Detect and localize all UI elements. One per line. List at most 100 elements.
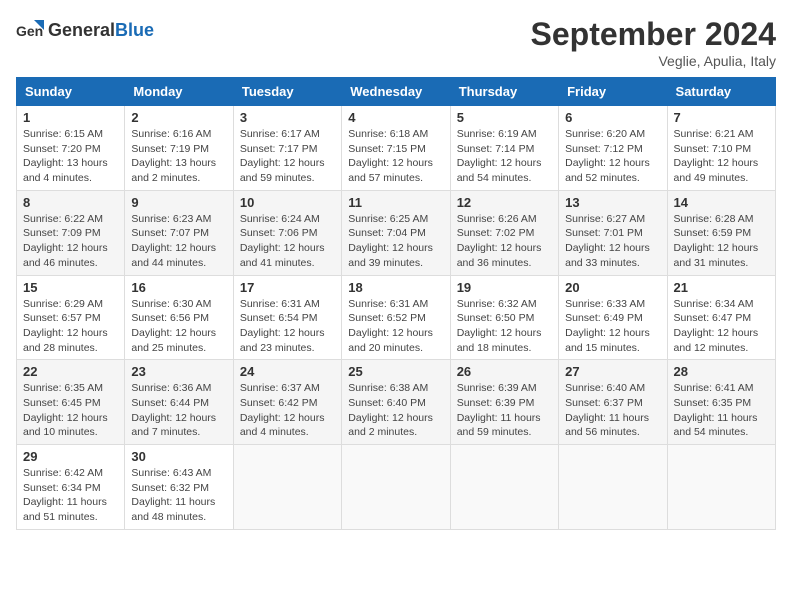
weekday-header-wednesday: Wednesday — [342, 78, 450, 106]
day-info: Sunrise: 6:23 AM Sunset: 7:07 PM Dayligh… — [131, 212, 226, 271]
calendar-cell: 15Sunrise: 6:29 AM Sunset: 6:57 PM Dayli… — [17, 275, 125, 360]
logo-blue: Blue — [115, 20, 154, 40]
day-info: Sunrise: 6:15 AM Sunset: 7:20 PM Dayligh… — [23, 127, 118, 186]
calendar-cell: 17 Sunrise: 6:31 AM Sunset: 6:54 PM Dayli… — [233, 275, 341, 360]
day-number: 17 — [240, 280, 335, 295]
day-info: Sunrise: 6:41 AM Sunset: 6:35 PM Dayligh… — [674, 381, 769, 440]
calendar-cell — [667, 445, 775, 530]
day-number: 13 — [565, 195, 660, 210]
logo-general: General — [48, 20, 115, 40]
title-section: September 2024 Veglie, Apulia, Italy — [531, 16, 776, 69]
calendar-cell: 12 Sunrise: 6:26 AM Sunset: 7:02 PM Dayli… — [450, 190, 558, 275]
day-info: Sunrise: 6:31 AM Sunset: 6:54 PM Dayligh… — [240, 297, 335, 356]
day-number: 18 — [348, 280, 443, 295]
calendar-cell: 4 Sunrise: 6:18 AM Sunset: 7:15 PM Daylig… — [342, 106, 450, 191]
day-info: Sunrise: 6:24 AM Sunset: 7:06 PM Dayligh… — [240, 212, 335, 271]
calendar-cell: 9 Sunrise: 6:23 AM Sunset: 7:07 PM Daylig… — [125, 190, 233, 275]
day-number: 22 — [23, 364, 118, 379]
day-info: Sunrise: 6:20 AM Sunset: 7:12 PM Dayligh… — [565, 127, 660, 186]
day-number: 7 — [674, 110, 769, 125]
day-info: Sunrise: 6:35 AM Sunset: 6:45 PM Dayligh… — [23, 381, 118, 440]
calendar-cell — [233, 445, 341, 530]
day-info: Sunrise: 6:22 AM Sunset: 7:09 PM Dayligh… — [23, 212, 118, 271]
logo: Gen GeneralBlue — [16, 16, 154, 44]
calendar-cell: 13 Sunrise: 6:27 AM Sunset: 7:01 PM Dayli… — [559, 190, 667, 275]
calendar-cell — [450, 445, 558, 530]
weekday-header-sunday: Sunday — [17, 78, 125, 106]
day-info: Sunrise: 6:25 AM Sunset: 7:04 PM Dayligh… — [348, 212, 443, 271]
day-number: 4 — [348, 110, 443, 125]
day-info: Sunrise: 6:26 AM Sunset: 7:02 PM Dayligh… — [457, 212, 552, 271]
day-number: 16 — [131, 280, 226, 295]
calendar-cell: 21 Sunrise: 6:34 AM Sunset: 6:47 PM Dayli… — [667, 275, 775, 360]
day-info: Sunrise: 6:16 AM Sunset: 7:19 PM Dayligh… — [131, 127, 226, 186]
week-row-4: 22 Sunrise: 6:35 AM Sunset: 6:45 PM Dayli… — [17, 360, 776, 445]
calendar-cell: 24Sunrise: 6:37 AM Sunset: 6:42 PM Dayli… — [233, 360, 341, 445]
calendar-cell: 25Sunrise: 6:38 AM Sunset: 6:40 PM Dayli… — [342, 360, 450, 445]
day-number: 12 — [457, 195, 552, 210]
day-info: Sunrise: 6:27 AM Sunset: 7:01 PM Dayligh… — [565, 212, 660, 271]
calendar-cell: 29 Sunrise: 6:42 AM Sunset: 6:34 PM Dayli… — [17, 445, 125, 530]
calendar-cell: 22 Sunrise: 6:35 AM Sunset: 6:45 PM Dayli… — [17, 360, 125, 445]
calendar-cell — [559, 445, 667, 530]
calendar-cell — [342, 445, 450, 530]
weekday-header-friday: Friday — [559, 78, 667, 106]
calendar-table: SundayMondayTuesdayWednesdayThursdayFrid… — [16, 77, 776, 530]
day-info: Sunrise: 6:17 AM Sunset: 7:17 PM Dayligh… — [240, 127, 335, 186]
weekday-header-row: SundayMondayTuesdayWednesdayThursdayFrid… — [17, 78, 776, 106]
calendar-cell: 20Sunrise: 6:33 AM Sunset: 6:49 PM Dayli… — [559, 275, 667, 360]
calendar-cell: 3 Sunrise: 6:17 AM Sunset: 7:17 PM Daylig… — [233, 106, 341, 191]
calendar-cell: 19 Sunrise: 6:32 AM Sunset: 6:50 PM Dayli… — [450, 275, 558, 360]
day-number: 27 — [565, 364, 660, 379]
calendar-cell: 30Sunrise: 6:43 AM Sunset: 6:32 PM Dayli… — [125, 445, 233, 530]
weekday-header-thursday: Thursday — [450, 78, 558, 106]
calendar-cell: 26 Sunrise: 6:39 AM Sunset: 6:39 PM Dayli… — [450, 360, 558, 445]
day-number: 19 — [457, 280, 552, 295]
day-number: 15 — [23, 280, 118, 295]
day-number: 6 — [565, 110, 660, 125]
week-row-5: 29 Sunrise: 6:42 AM Sunset: 6:34 PM Dayli… — [17, 445, 776, 530]
calendar-cell: 28 Sunrise: 6:41 AM Sunset: 6:35 PM Dayli… — [667, 360, 775, 445]
calendar-cell: 7Sunrise: 6:21 AM Sunset: 7:10 PM Daylig… — [667, 106, 775, 191]
day-info: Sunrise: 6:40 AM Sunset: 6:37 PM Dayligh… — [565, 381, 660, 440]
day-number: 26 — [457, 364, 552, 379]
calendar-cell: 2 Sunrise: 6:16 AM Sunset: 7:19 PM Daylig… — [125, 106, 233, 191]
day-info: Sunrise: 6:31 AM Sunset: 6:52 PM Dayligh… — [348, 297, 443, 356]
day-number: 10 — [240, 195, 335, 210]
week-row-2: 8 Sunrise: 6:22 AM Sunset: 7:09 PM Daylig… — [17, 190, 776, 275]
day-number: 5 — [457, 110, 552, 125]
calendar-cell: 6 Sunrise: 6:20 AM Sunset: 7:12 PM Daylig… — [559, 106, 667, 191]
day-info: Sunrise: 6:34 AM Sunset: 6:47 PM Dayligh… — [674, 297, 769, 356]
day-info: Sunrise: 6:32 AM Sunset: 6:50 PM Dayligh… — [457, 297, 552, 356]
day-info: Sunrise: 6:19 AM Sunset: 7:14 PM Dayligh… — [457, 127, 552, 186]
logo-icon: Gen — [16, 16, 44, 44]
day-number: 11 — [348, 195, 443, 210]
weekday-header-monday: Monday — [125, 78, 233, 106]
day-number: 3 — [240, 110, 335, 125]
day-number: 21 — [674, 280, 769, 295]
week-row-3: 15Sunrise: 6:29 AM Sunset: 6:57 PM Dayli… — [17, 275, 776, 360]
day-number: 28 — [674, 364, 769, 379]
calendar-cell: 14 Sunrise: 6:28 AM Sunset: 6:59 PM Dayli… — [667, 190, 775, 275]
page-header: Gen GeneralBlue September 2024 Veglie, A… — [16, 16, 776, 69]
weekday-header-saturday: Saturday — [667, 78, 775, 106]
day-number: 1 — [23, 110, 118, 125]
weekday-header-tuesday: Tuesday — [233, 78, 341, 106]
day-number: 2 — [131, 110, 226, 125]
day-number: 25 — [348, 364, 443, 379]
day-number: 29 — [23, 449, 118, 464]
calendar-cell: 5 Sunrise: 6:19 AM Sunset: 7:14 PM Daylig… — [450, 106, 558, 191]
day-info: Sunrise: 6:30 AM Sunset: 6:56 PM Dayligh… — [131, 297, 226, 356]
day-number: 8 — [23, 195, 118, 210]
day-number: 9 — [131, 195, 226, 210]
day-info: Sunrise: 6:39 AM Sunset: 6:39 PM Dayligh… — [457, 381, 552, 440]
calendar-cell: 16 Sunrise: 6:30 AM Sunset: 6:56 PM Dayli… — [125, 275, 233, 360]
day-info: Sunrise: 6:36 AM Sunset: 6:44 PM Dayligh… — [131, 381, 226, 440]
day-info: Sunrise: 6:33 AM Sunset: 6:49 PM Dayligh… — [565, 297, 660, 356]
svg-text:Gen: Gen — [16, 23, 43, 39]
day-number: 14 — [674, 195, 769, 210]
day-info: Sunrise: 6:28 AM Sunset: 6:59 PM Dayligh… — [674, 212, 769, 271]
day-info: Sunrise: 6:42 AM Sunset: 6:34 PM Dayligh… — [23, 466, 118, 525]
calendar-cell: 8 Sunrise: 6:22 AM Sunset: 7:09 PM Daylig… — [17, 190, 125, 275]
day-info: Sunrise: 6:18 AM Sunset: 7:15 PM Dayligh… — [348, 127, 443, 186]
